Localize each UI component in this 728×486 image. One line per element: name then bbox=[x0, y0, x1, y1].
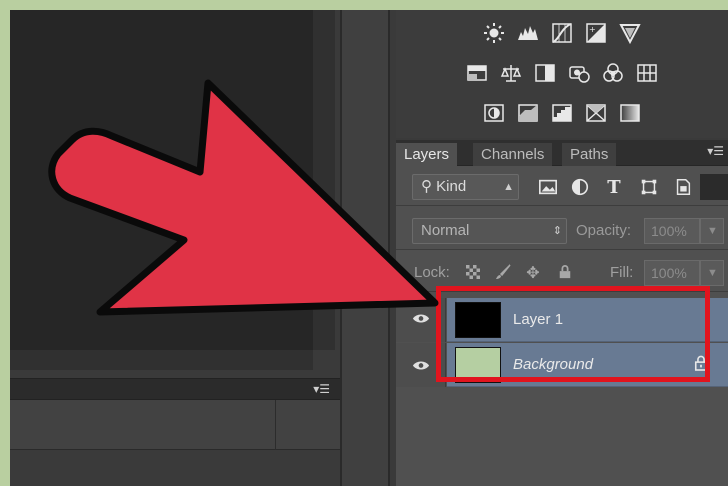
stepper-arrows-icon: ⇕ bbox=[552, 225, 562, 237]
color-balance-icon[interactable] bbox=[498, 60, 524, 86]
lock-all-icon[interactable] bbox=[554, 261, 576, 283]
tab-paths[interactable]: Paths bbox=[562, 143, 617, 166]
row-divider bbox=[275, 400, 276, 450]
curves-icon[interactable] bbox=[549, 20, 575, 46]
lock-label: Lock: bbox=[414, 264, 450, 281]
opacity-input[interactable]: 100% bbox=[644, 218, 700, 244]
layers-highlight-box bbox=[436, 286, 710, 382]
color-lookup-icon[interactable] bbox=[634, 60, 660, 86]
posterize-icon[interactable] bbox=[515, 100, 541, 126]
vibrance-icon[interactable] bbox=[617, 20, 643, 46]
eye-icon[interactable] bbox=[412, 356, 430, 375]
threshold-icon[interactable] bbox=[549, 100, 575, 126]
brightness-icon[interactable] bbox=[481, 20, 507, 46]
image-filter-icon[interactable] bbox=[537, 176, 559, 198]
document-canvas[interactable] bbox=[10, 10, 335, 370]
smart-object-filter-icon[interactable] bbox=[672, 176, 694, 198]
fill-dropdown-icon[interactable]: ▼ bbox=[700, 260, 724, 286]
scrollbar-corner bbox=[313, 350, 335, 370]
exposure-icon[interactable]: + bbox=[583, 20, 609, 46]
invert-icon[interactable] bbox=[481, 100, 507, 126]
channel-mixer-icon[interactable] bbox=[600, 60, 626, 86]
tab-layers[interactable]: Layers bbox=[396, 143, 458, 166]
filter-kind-label: Kind bbox=[436, 178, 467, 195]
lock-brush-icon[interactable] bbox=[492, 261, 514, 283]
adjustments-panel: + bbox=[396, 10, 728, 138]
panel-tab-bar: Layers Channels Paths ▾☰ bbox=[396, 140, 728, 166]
stepper-arrows-icon: ▲ bbox=[503, 181, 514, 193]
selective-color-icon[interactable] bbox=[583, 100, 609, 126]
layer-filter-row: ⚲ Kind ▲ T bbox=[396, 168, 728, 206]
hue-saturation-icon[interactable] bbox=[464, 60, 490, 86]
lower-panel: ▾☰ bbox=[10, 370, 340, 486]
filter-kind-select[interactable]: ⚲ Kind ▲ bbox=[412, 174, 519, 200]
panel-menu-icon[interactable]: ▾☰ bbox=[707, 144, 724, 158]
blend-mode-row: Normal ⇕ Opacity: 100% ▼ bbox=[396, 212, 728, 250]
opacity-label: Opacity: bbox=[576, 222, 632, 239]
panel-dock-strip bbox=[340, 10, 390, 486]
eye-icon[interactable] bbox=[412, 312, 430, 328]
tab-channels[interactable]: Channels bbox=[473, 143, 553, 166]
canvas-horizontal-scrollbar[interactable] bbox=[10, 350, 313, 370]
shape-filter-icon[interactable] bbox=[638, 176, 660, 198]
fill-label: Fill: bbox=[610, 264, 634, 281]
type-filter-icon[interactable]: T bbox=[603, 176, 625, 198]
photo-filter-icon[interactable] bbox=[566, 60, 592, 86]
search-icon: ⚲ bbox=[421, 178, 432, 195]
lock-move-icon[interactable]: ✥ bbox=[522, 261, 544, 283]
fill-input[interactable]: 100% bbox=[644, 260, 700, 286]
blend-mode-select[interactable]: Normal ⇕ bbox=[412, 218, 567, 244]
photoshop-workspace: ▾☰ + Layers Channels Paths ▾☰ ⚲ Kind ▲ T… bbox=[10, 10, 728, 486]
black-white-icon[interactable] bbox=[532, 60, 558, 86]
lock-transparent-icon[interactable] bbox=[462, 261, 484, 283]
gradient-map-icon[interactable] bbox=[617, 100, 643, 126]
adjustment-filter-icon[interactable] bbox=[569, 176, 591, 198]
blend-mode-value: Normal bbox=[421, 222, 470, 239]
svg-text:+: + bbox=[589, 25, 596, 34]
lower-panel-header: ▾☰ bbox=[10, 378, 340, 400]
levels-icon[interactable] bbox=[515, 20, 541, 46]
filter-toggle[interactable] bbox=[700, 174, 728, 200]
canvas-vertical-scrollbar[interactable] bbox=[313, 10, 335, 350]
opacity-dropdown-icon[interactable]: ▼ bbox=[700, 218, 724, 244]
panel-menu-icon[interactable]: ▾☰ bbox=[313, 382, 330, 396]
lower-panel-row[interactable] bbox=[10, 400, 340, 450]
